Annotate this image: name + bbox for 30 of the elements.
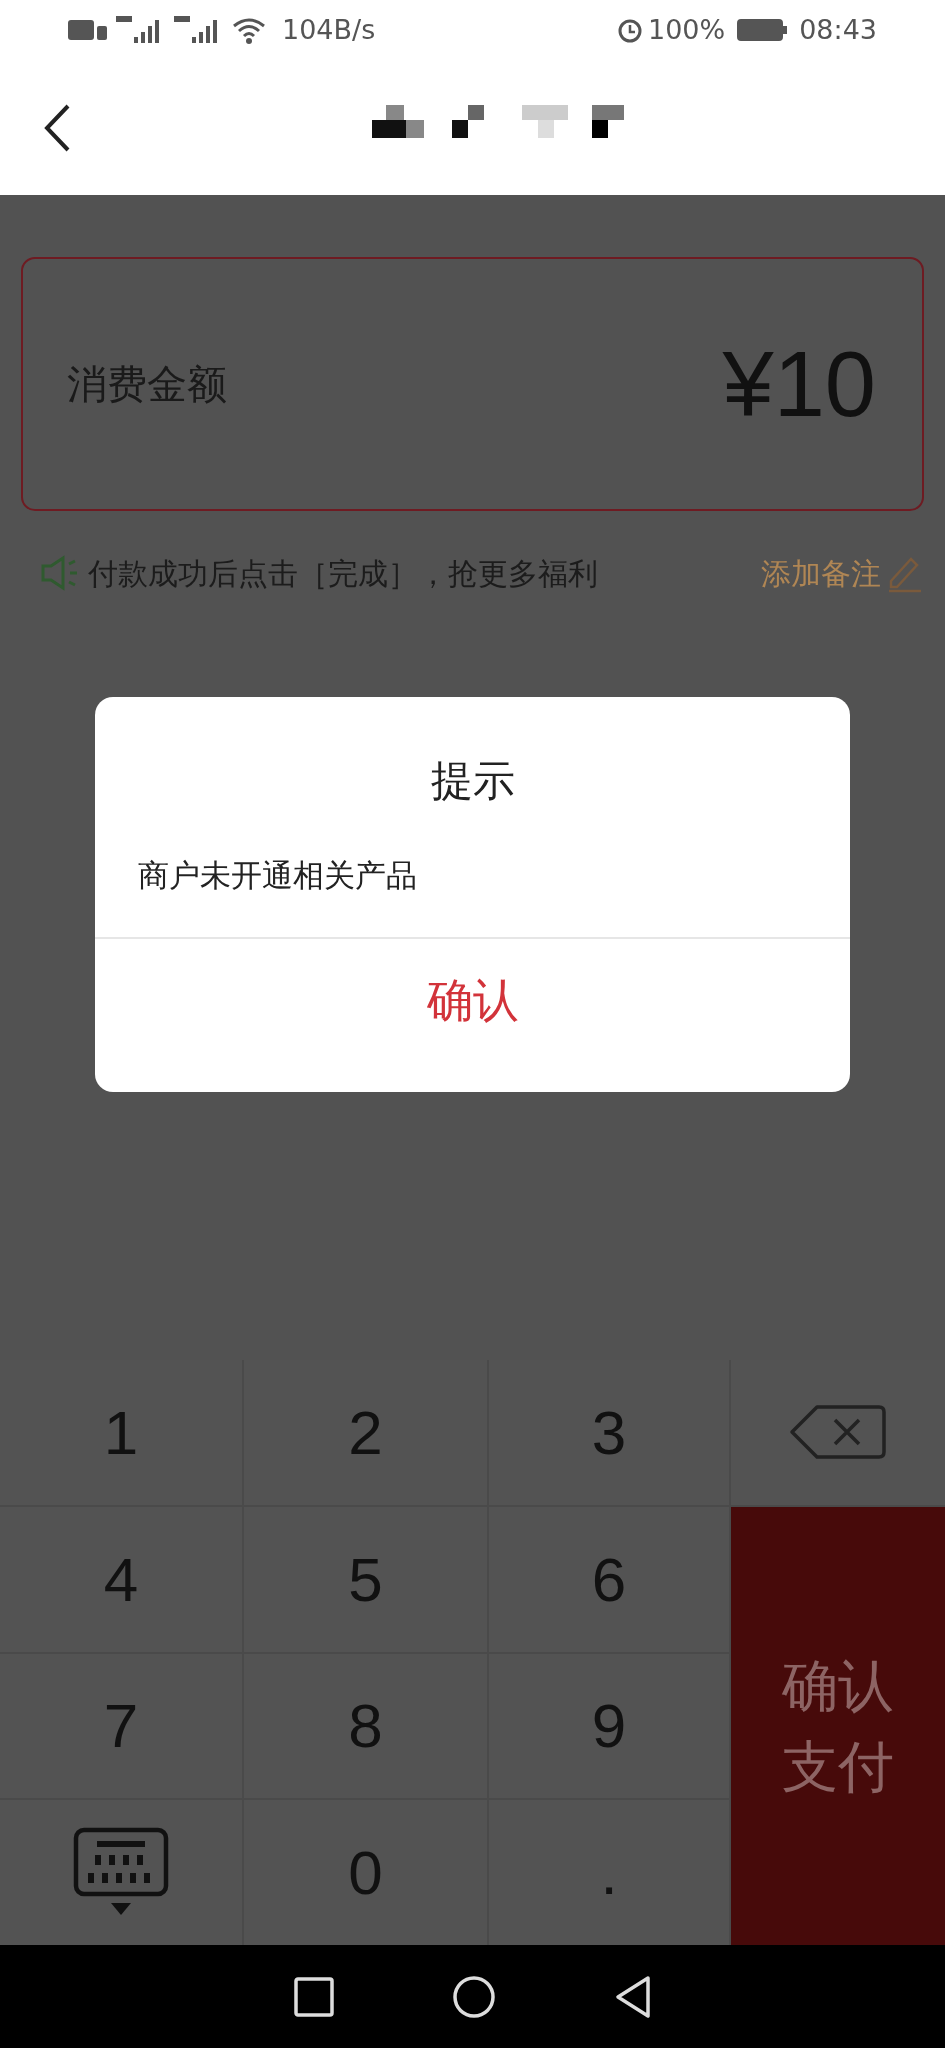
dialog-message: 商户未开通相关产品 xyxy=(138,856,418,895)
number-key[interactable]: 8 xyxy=(244,1653,487,1799)
number-key[interactable]: 9 xyxy=(489,1653,729,1799)
home-icon[interactable] xyxy=(451,1974,496,2019)
dialog-title: 提示 xyxy=(429,755,516,807)
number-key[interactable]: 7 xyxy=(0,1653,242,1799)
add-note-link[interactable]: 添加备注 xyxy=(761,550,881,596)
clock: 08:43 xyxy=(799,12,877,47)
number-key[interactable]: 6 xyxy=(489,1506,729,1652)
number-key[interactable]: 0 xyxy=(244,1800,487,1945)
battery-percent: 100% xyxy=(648,12,726,47)
number-key[interactable]: 1 xyxy=(0,1360,242,1505)
recent-apps-icon[interactable] xyxy=(293,1976,334,2017)
number-key[interactable]: . xyxy=(489,1800,729,1945)
number-key[interactable]: 3 xyxy=(489,1360,729,1505)
amount-value: ¥10 xyxy=(722,332,876,437)
confirm-pay-button[interactable]: 确认支付 xyxy=(731,1506,945,1945)
hide-keyboard-key[interactable] xyxy=(0,1800,242,1945)
number-key[interactable]: 5 xyxy=(244,1506,487,1652)
amount-label: 消费金额 xyxy=(67,360,227,409)
back-icon[interactable] xyxy=(42,102,72,153)
backspace-icon xyxy=(789,1404,887,1461)
wifi-icon xyxy=(232,16,266,44)
hd-icon xyxy=(68,18,108,42)
speaker-icon xyxy=(40,555,80,591)
network-speed: 104B/s xyxy=(282,12,376,47)
number-key[interactable]: 4 xyxy=(0,1506,242,1652)
battery-icon xyxy=(737,18,788,42)
back-nav-icon[interactable] xyxy=(613,1974,652,2019)
number-key[interactable]: 2 xyxy=(244,1360,487,1505)
